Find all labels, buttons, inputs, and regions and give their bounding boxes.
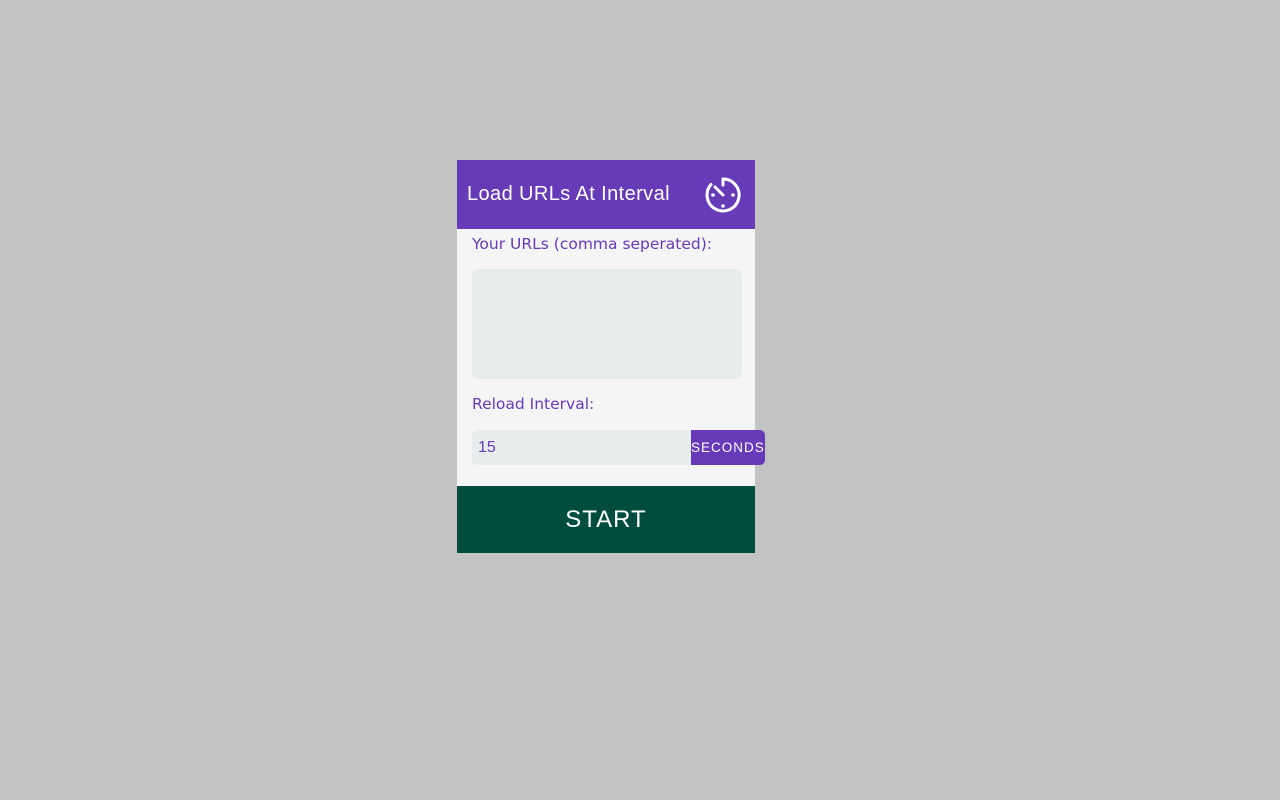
popup-header: Load URLs At Interval bbox=[457, 160, 755, 229]
interval-input[interactable] bbox=[472, 430, 691, 465]
url-loader-popup: Load URLs At Interval Your URLs (comma s… bbox=[457, 160, 765, 553]
start-button[interactable]: START bbox=[457, 486, 755, 553]
urls-textarea[interactable] bbox=[472, 269, 742, 379]
interval-unit-badge: SECONDS bbox=[691, 430, 765, 465]
urls-label: Your URLs (comma seperated): bbox=[472, 235, 713, 253]
popup-title: Load URLs At Interval bbox=[467, 183, 670, 205]
interval-label: Reload Interval: bbox=[472, 395, 595, 413]
interval-row: SECONDS bbox=[472, 430, 765, 465]
popup-content: Your URLs (comma seperated): Reload Inte… bbox=[457, 229, 765, 465]
timer-icon bbox=[705, 176, 741, 212]
